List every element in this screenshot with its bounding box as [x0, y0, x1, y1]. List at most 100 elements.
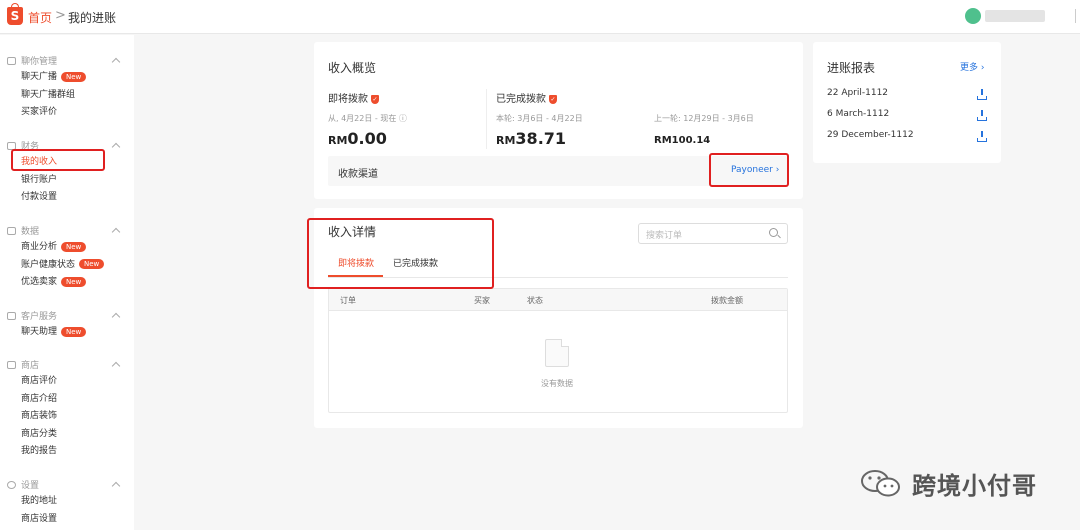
- sidebar-section-title: 客户服务: [21, 312, 58, 322]
- watermark-text: 跨境小付哥: [912, 472, 1037, 500]
- pending-amount: RM0.00: [328, 129, 387, 148]
- download-icon[interactable]: [977, 89, 987, 100]
- sidebar-item-account-health[interactable]: 账户健康状态 New: [0, 257, 134, 275]
- more-reports-link[interactable]: 更多 ›: [960, 60, 985, 73]
- breadcrumb-home[interactable]: 首页: [28, 9, 52, 26]
- sidebar-item-label: 聊天广播: [21, 72, 58, 82]
- payoneer-text: Payoneer: [731, 165, 773, 175]
- breadcrumb-current: 我的进账: [68, 11, 117, 25]
- gear-icon: [7, 481, 16, 489]
- sidebar-item-my-reports[interactable]: 我的报告: [0, 443, 134, 461]
- sidebar-section-header[interactable]: 聊你管理: [0, 55, 134, 69]
- sidebar-section-header[interactable]: 客户服务: [0, 310, 134, 324]
- sidebar-section-header[interactable]: 财务: [0, 140, 134, 154]
- income-details-title: 收入详情: [328, 225, 377, 239]
- username-blurred[interactable]: [985, 10, 1045, 22]
- pending-period: 从, 4月22日 - 现在 ⓘ: [328, 114, 407, 123]
- amount-value: 38.71: [515, 129, 567, 148]
- payoneer-link[interactable]: Payoneer ›: [731, 165, 779, 175]
- sidebar-item-payment-settings[interactable]: 付款设置: [0, 189, 134, 207]
- chevron-up-icon[interactable]: [111, 312, 121, 322]
- sidebar-item-broadcast-groups[interactable]: 聊天广播群组: [0, 87, 134, 105]
- report-item: 22 April-1112: [827, 88, 989, 102]
- divider: [1075, 9, 1076, 23]
- sidebar-item-shop-decoration[interactable]: 商店装饰: [0, 408, 134, 426]
- sidebar-item-business-insights[interactable]: 商业分析 New: [0, 239, 134, 257]
- chevron-up-icon[interactable]: [111, 142, 121, 152]
- sidebar-section-title: 商店: [21, 361, 40, 371]
- payout-channel-label: 收款渠道: [338, 169, 378, 180]
- download-icon[interactable]: [977, 110, 987, 121]
- sidebar-item-shop-rating[interactable]: 商店评价: [0, 373, 134, 391]
- report-item: 6 March-1112: [827, 109, 989, 123]
- sidebar-item-preferred-seller[interactable]: 优选卖家 New: [0, 274, 134, 292]
- chevron-up-icon[interactable]: [111, 57, 121, 67]
- report-name: 6 March-1112: [827, 109, 890, 119]
- tab-pending-payout[interactable]: 即将拨款: [338, 256, 374, 269]
- completed-payout-label: 已完成拨款 ✓: [496, 90, 557, 105]
- report-item: 29 December-1112: [827, 130, 989, 144]
- column-buyer: 买家: [474, 296, 490, 305]
- search-placeholder: 搜索订单: [646, 231, 683, 241]
- sidebar-section-chat: 聊你管理 聊天广播 New 聊天广播群组 买家评价: [0, 55, 134, 122]
- sidebar-item-chat-assistant[interactable]: 聊天助理 New: [0, 324, 134, 342]
- user-avatar[interactable]: [965, 8, 981, 24]
- chevron-up-icon[interactable]: [111, 361, 121, 371]
- overview-divider: [486, 89, 487, 149]
- new-badge: New: [61, 241, 87, 252]
- column-order: 订单: [340, 296, 356, 305]
- wallet-icon: [7, 142, 16, 150]
- sidebar-section-header[interactable]: 商店: [0, 359, 134, 373]
- new-badge: New: [61, 71, 87, 82]
- sidebar-section-title: 数据: [21, 227, 40, 237]
- sidebar-item-label: 商业分析: [21, 242, 58, 252]
- pending-payout-text: 即将拨款: [328, 94, 368, 105]
- sidebar-item-my-income[interactable]: 我的收入: [0, 154, 134, 172]
- completed-amount: RM38.71: [496, 129, 566, 148]
- payout-channel-row: 收款渠道 Payoneer ›: [328, 156, 788, 186]
- shield-icon: ✓: [549, 94, 557, 104]
- sidebar-item-bank-account[interactable]: 银行账户: [0, 172, 134, 190]
- chart-icon: [7, 227, 16, 235]
- wechat-icon: [861, 470, 900, 497]
- previous-period: 上一轮: 12月29日 - 3月6日: [654, 114, 754, 123]
- order-search-input[interactable]: 搜索订单: [638, 223, 788, 244]
- sidebar-item-buyer-reviews[interactable]: 买家评价: [0, 104, 134, 122]
- sidebar-section-title: 财务: [21, 142, 40, 152]
- sidebar-item-my-address[interactable]: 我的地址: [0, 493, 134, 511]
- completed-payout-text: 已完成拨款: [496, 94, 546, 105]
- sidebar-item-chat-broadcast[interactable]: 聊天广播 New: [0, 69, 134, 87]
- shopee-logo[interactable]: S: [7, 3, 23, 25]
- new-badge: New: [61, 326, 87, 337]
- user-icon: [7, 57, 16, 65]
- tab-completed-payout[interactable]: 已完成拨款: [393, 256, 438, 269]
- download-icon[interactable]: [977, 131, 987, 142]
- column-payout-amount: 拨款金额: [711, 296, 743, 305]
- sidebar-section-header[interactable]: 设置: [0, 479, 134, 493]
- chevron-up-icon[interactable]: [111, 227, 121, 237]
- amount-value: 0.00: [347, 129, 387, 148]
- sidebar-section-shop: 商店 商店评价 商店介绍 商店装饰 商店分类 我的报告: [0, 359, 134, 461]
- column-status: 状态: [527, 296, 543, 305]
- currency: RM: [328, 134, 348, 147]
- currency: RM: [496, 134, 516, 147]
- search-icon[interactable]: [769, 228, 778, 237]
- sidebar-section-finance: 财务 我的收入 银行账户 付款设置: [0, 140, 134, 207]
- chevron-right-icon: ›: [980, 63, 985, 73]
- chevron-up-icon[interactable]: [111, 481, 121, 491]
- sidebar-section-header[interactable]: 数据: [0, 225, 134, 239]
- sidebar-item-label: 聊天助理: [21, 327, 58, 337]
- chat-icon: [7, 312, 16, 320]
- chevron-right-icon: ›: [775, 165, 780, 175]
- top-bar: S 首页 > 我的进账: [0, 0, 1080, 34]
- completed-period: 本轮: 3月6日 - 4月22日: [496, 114, 583, 123]
- sidebar-item-shop-profile[interactable]: 商店介绍: [0, 391, 134, 409]
- report-name: 29 December-1112: [827, 130, 914, 140]
- sidebar-item-shop-category[interactable]: 商店分类: [0, 426, 134, 444]
- new-badge: New: [79, 259, 105, 269]
- sidebar-item-shop-settings[interactable]: 商店设置: [0, 511, 134, 529]
- empty-state-text: 没有数据: [541, 379, 573, 388]
- income-overview-title: 收入概览: [328, 61, 377, 75]
- sidebar-section-settings: 设置 我的地址 商店设置: [0, 479, 134, 528]
- sidebar-section-title: 设置: [21, 481, 40, 491]
